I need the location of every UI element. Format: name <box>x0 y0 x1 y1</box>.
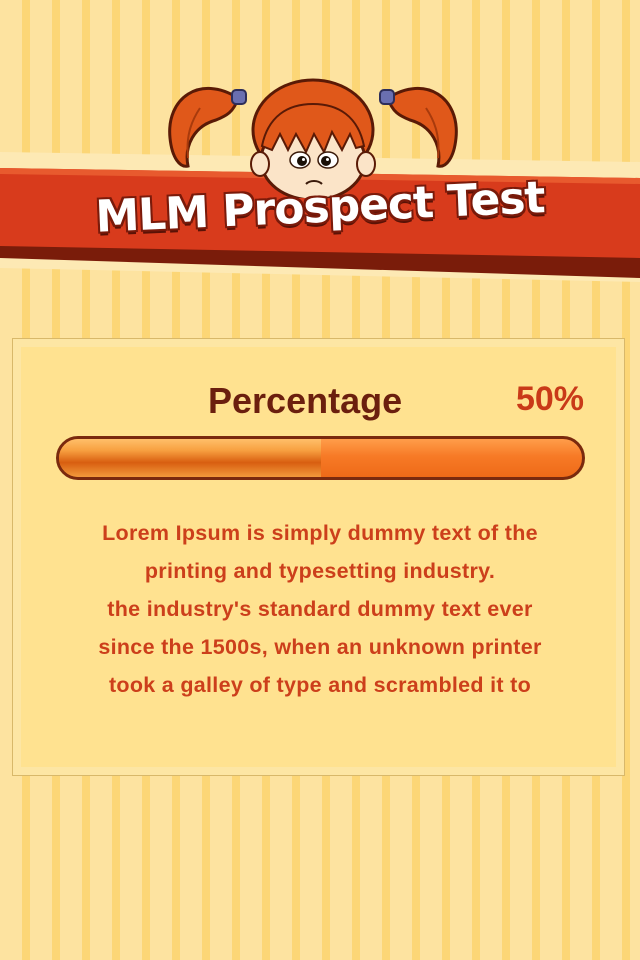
description-line: Lorem Ipsum is simply dummy text of the <box>102 521 538 545</box>
percentage-value: 50% <box>515 380 584 418</box>
header: MLM Prospect Test <box>0 0 640 290</box>
description-text: Lorem Ipsum is simply dummy text of the … <box>40 514 600 704</box>
progress-bar <box>56 436 585 480</box>
description-line: printing and typesetting industry. <box>144 559 496 583</box>
description-line: since the 1500s, when an unknown printer <box>98 635 542 659</box>
percentage-label: Percentage <box>208 380 403 421</box>
progress-bar-fill <box>59 439 321 477</box>
description-line: took a galley of type and scrambled it t… <box>108 673 532 697</box>
description-line: the industry's standard dummy text ever <box>107 597 533 621</box>
